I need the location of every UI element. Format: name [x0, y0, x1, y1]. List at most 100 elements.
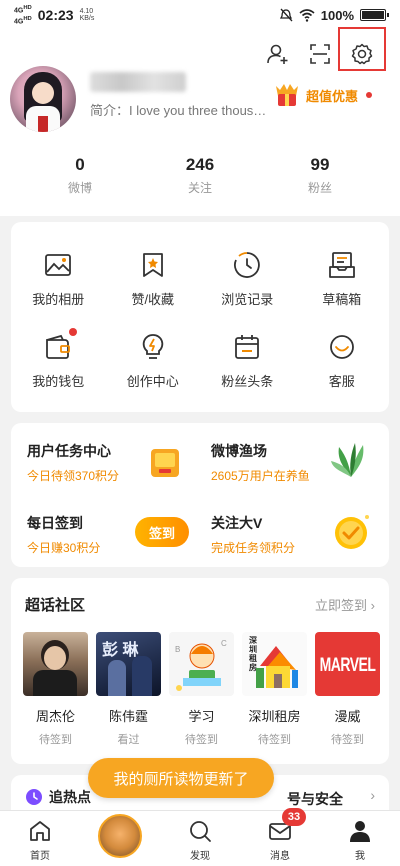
checkin-button[interactable]: 签到: [135, 517, 189, 547]
drafts-icon: [327, 250, 357, 280]
notification-dot: [69, 328, 78, 336]
super-topic-community: 超话社区 立即签到 › 周杰伦 待签到 彭 琳 陈伟霆 看过 CB 学习 待签到…: [11, 578, 389, 764]
stat-label: 微博: [67, 180, 92, 195]
username-blurred[interactable]: [90, 72, 186, 92]
grid-label: 客服: [328, 374, 355, 389]
settings-button[interactable]: [346, 38, 378, 70]
grid-item-album[interactable]: 我的相册: [11, 238, 106, 320]
avatar[interactable]: [10, 66, 76, 132]
plant-icon: [329, 437, 373, 481]
grid-label: 粉丝头条: [221, 374, 274, 389]
tab-label: 消息: [270, 851, 290, 862]
grid-label: 我的相册: [32, 292, 85, 307]
wifi-icon: [299, 9, 315, 22]
zuling-text: 深圳租房: [249, 636, 257, 672]
clock-icon: [26, 789, 42, 805]
gift-icon: [272, 80, 302, 110]
battery-icon: [360, 9, 389, 21]
topic-item[interactable]: 彭 琳 陈伟霆 看过: [96, 632, 161, 747]
chevron-right-icon: ›: [370, 787, 375, 803]
topic-image: 深圳租房: [242, 632, 307, 696]
grid-item-history[interactable]: 浏览记录: [200, 238, 295, 320]
stat-label: 关注: [187, 180, 212, 195]
grid-label: 浏览记录: [221, 292, 274, 307]
stat-number: 246: [185, 154, 215, 174]
stat-label: 粉丝: [307, 180, 332, 195]
stat-following[interactable]: 246 关注: [155, 155, 245, 196]
status-bar: 4GHD 4GHD 02:23 4.10 KB/s 100%: [0, 0, 400, 30]
tab-center-avatar[interactable]: [90, 814, 150, 862]
link-label: 立即签到: [315, 598, 368, 613]
tab-discover[interactable]: 发现: [170, 818, 230, 862]
add-person-icon: [267, 44, 288, 64]
topic-name: 周杰伦: [35, 709, 75, 724]
topic-item[interactable]: 深圳租房 深圳租房 待签到: [242, 632, 307, 747]
grid-item-fans-headline[interactable]: 粉丝头条: [200, 320, 295, 402]
home-icon: [30, 821, 50, 841]
tab-me[interactable]: 我: [330, 818, 390, 862]
topic-image: CB: [169, 632, 234, 696]
search-icon: [190, 821, 211, 842]
photo-icon: [43, 250, 73, 280]
section-title: 超话社区: [25, 597, 86, 614]
toast-message[interactable]: 我的厕所读物更新了: [88, 758, 274, 798]
unread-badge: 33: [282, 808, 306, 826]
topic-status: 待签到: [39, 734, 72, 746]
status-time: 02:23: [37, 7, 74, 23]
grid-item-creator[interactable]: 创作中心: [106, 320, 201, 402]
stat-number: 0: [75, 154, 85, 174]
grid-label: 我的钱包: [32, 374, 85, 389]
chevron-right-icon: ›: [370, 598, 375, 613]
hot-topics-item[interactable]: 追热点: [25, 787, 91, 807]
promo-button[interactable]: 超值优惠: [272, 80, 373, 110]
mute-icon: [279, 8, 293, 22]
grid-item-drafts[interactable]: 草稿箱: [295, 238, 390, 320]
grid-item-wallet[interactable]: 我的钱包: [11, 320, 106, 402]
topic-status: 待签到: [331, 734, 364, 746]
tab-label: 首页: [30, 851, 50, 862]
tab-home[interactable]: 首页: [10, 818, 70, 862]
history-clock-icon: [232, 250, 262, 280]
calendar-icon: [232, 332, 262, 362]
grid-label: 赞/收藏: [131, 292, 175, 307]
gift-box-icon: [143, 439, 187, 483]
topic-item[interactable]: 周杰伦 待签到: [23, 632, 88, 747]
stat-followers[interactable]: 99 粉丝: [275, 155, 365, 196]
support-icon: [327, 332, 357, 362]
task-card: 用户任务中心 今日待领370积分 微博渔场 2605万用户在养鱼 每日签到 今日…: [11, 423, 389, 567]
stat-number: 99: [310, 154, 330, 174]
svg-text:C: C: [221, 639, 227, 648]
scan-icon: [310, 44, 330, 64]
coin-check-icon: [329, 509, 373, 553]
topic-status: 待签到: [185, 734, 218, 746]
stat-weibo[interactable]: 0 微博: [35, 155, 125, 196]
add-friend-button[interactable]: [262, 38, 294, 70]
wallet-icon: [43, 328, 78, 362]
scan-button[interactable]: [304, 38, 336, 70]
topic-image: [23, 632, 88, 696]
promo-dot: [366, 92, 373, 98]
account-security-label[interactable]: 号与安全: [287, 789, 343, 809]
promo-label: 超值优惠: [306, 88, 359, 104]
topic-item[interactable]: CB 学习 待签到: [169, 632, 234, 747]
bookmark-star-icon: [138, 250, 168, 280]
topic-image: 彭 琳: [96, 632, 161, 696]
tab-label: 发现: [190, 851, 210, 862]
grid-label: 创作中心: [126, 374, 179, 389]
grid-item-likes[interactable]: 赞/收藏: [106, 238, 201, 320]
profile-bio[interactable]: 简介：I love you three thous…: [90, 100, 266, 119]
function-grid: 我的相册 赞/收藏 浏览记录 草稿箱 我的钱包 创作中心 粉丝头条 客服: [11, 222, 389, 412]
checkin-now-link[interactable]: 立即签到 ›: [315, 595, 375, 614]
bottom-tab-bar: 首页 发现 33 消息 我: [0, 808, 400, 866]
topic-name: 学习: [188, 709, 215, 724]
topic-image: MARVEL: [315, 632, 380, 696]
tab-messages[interactable]: 33 消息: [250, 808, 310, 862]
grid-item-support[interactable]: 客服: [295, 320, 390, 402]
topic-item[interactable]: MARVEL 漫威 待签到: [315, 632, 380, 747]
lightbulb-icon: [138, 332, 168, 362]
grid-label: 草稿箱: [322, 292, 362, 307]
network-speed: 4.10 KB/s: [79, 8, 95, 22]
svg-text:B: B: [175, 645, 180, 654]
person-icon: [350, 821, 370, 842]
battery-percent: 100%: [320, 7, 354, 23]
